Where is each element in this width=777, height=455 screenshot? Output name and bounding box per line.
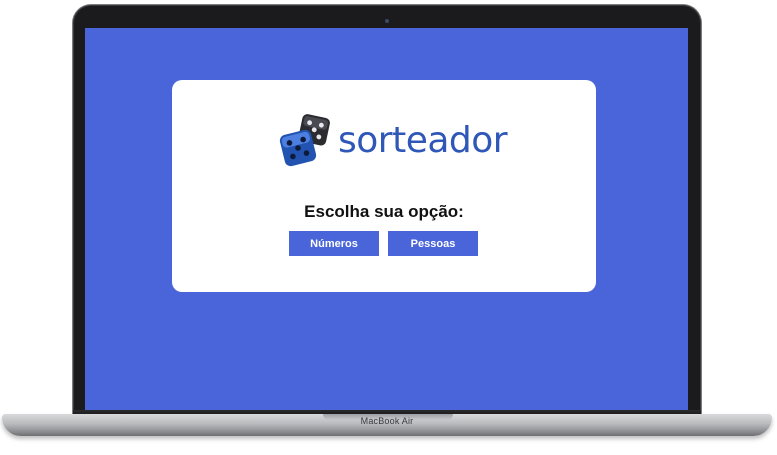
app-card: sorteador Escolha sua opção: Números Pes… <box>172 80 596 292</box>
camera <box>385 19 389 23</box>
sorteador-logo: sorteador <box>279 114 508 170</box>
prompt-heading: Escolha sua opção: <box>304 202 464 221</box>
brand-label: MacBook Air <box>360 416 414 426</box>
dice-icon <box>279 114 330 167</box>
pessoas-button[interactable]: Pessoas <box>388 231 478 256</box>
laptop-mockup: sorteador Escolha sua opção: Números Pes… <box>0 0 777 455</box>
logo-text: sorteador <box>338 120 508 161</box>
laptop-base: MacBook Air <box>2 414 772 436</box>
laptop-screen: sorteador Escolha sua opção: Números Pes… <box>85 28 688 410</box>
numeros-button[interactable]: Números <box>289 231 379 256</box>
